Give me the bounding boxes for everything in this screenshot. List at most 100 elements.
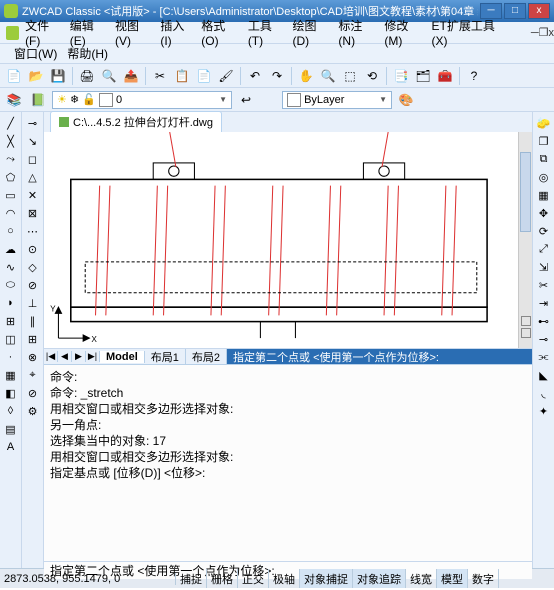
menu-modify[interactable]: 修改(M): [384, 17, 423, 48]
save-icon[interactable]: 💾: [48, 66, 68, 86]
status-polar[interactable]: 极轴: [269, 569, 300, 588]
join-icon[interactable]: ⫘: [535, 348, 553, 366]
spline-icon[interactable]: ∿: [2, 258, 20, 276]
layout-tab-2[interactable]: 布局2: [186, 349, 227, 365]
polygon-icon[interactable]: ⬠: [2, 168, 20, 186]
rotate-icon[interactable]: ⟳: [535, 222, 553, 240]
arc-icon[interactable]: ◠: [2, 204, 20, 222]
copy-icon[interactable]: 📋: [172, 66, 192, 86]
menu-annotate[interactable]: 标注(N): [338, 17, 376, 48]
layer-prev-icon[interactable]: ↩: [236, 90, 256, 110]
vertical-scrollbar[interactable]: [518, 132, 532, 348]
command-history[interactable]: 命令: 命令: _stretch 用相交窗口或相交多边形选择对象: 另一角点: …: [44, 365, 532, 561]
drawing-canvas[interactable]: Y X: [44, 132, 518, 348]
point-icon[interactable]: ·: [2, 348, 20, 366]
stretch-icon[interactable]: ⇲: [535, 258, 553, 276]
menu-help[interactable]: 帮助(H): [67, 45, 108, 62]
status-ortho[interactable]: 正交: [238, 569, 269, 588]
design-center-icon[interactable]: 🗂: [413, 66, 433, 86]
doc-close-icon[interactable]: x: [549, 27, 554, 39]
snap-end-icon[interactable]: ◻: [24, 150, 42, 168]
rectangle-icon[interactable]: ▭: [2, 186, 20, 204]
chamfer-icon[interactable]: ◣: [535, 366, 553, 384]
zoom-win-icon[interactable]: ⬚: [340, 66, 360, 86]
document-tab[interactable]: C:\...4.5.2 拉伸台灯灯杆.dwg: [50, 111, 222, 132]
new-icon[interactable]: 📄: [4, 66, 24, 86]
snap-int-icon[interactable]: ✕: [24, 186, 42, 204]
menu-format[interactable]: 格式(O): [201, 17, 240, 48]
snap-appint-icon[interactable]: ⊠: [24, 204, 42, 222]
snap-cen-icon[interactable]: ⊙: [24, 240, 42, 258]
erase-icon[interactable]: 🧽: [535, 114, 553, 132]
layer-combo[interactable]: ☀ ❄ 🔓 0 ▼: [52, 91, 232, 109]
color-combo[interactable]: ByLayer ▼: [282, 91, 392, 109]
layer-states-icon[interactable]: 📗: [28, 90, 48, 110]
doc-restore-icon[interactable]: ❐: [539, 26, 549, 39]
snap-ins-icon[interactable]: ⊞: [24, 330, 42, 348]
line-icon[interactable]: ╱: [2, 114, 20, 132]
insert-block-icon[interactable]: ⊞: [2, 312, 20, 330]
print-icon[interactable]: 🖨: [77, 66, 97, 86]
tool-palette-icon[interactable]: 🧰: [435, 66, 455, 86]
layout-tab-model[interactable]: Model: [100, 351, 145, 363]
snap-par-icon[interactable]: ∥: [24, 312, 42, 330]
publish-icon[interactable]: 📤: [121, 66, 141, 86]
status-grid[interactable]: 栅格: [207, 569, 238, 588]
color-dlg-icon[interactable]: 🎨: [396, 90, 416, 110]
offset-icon[interactable]: ◎: [535, 168, 553, 186]
break-point-icon[interactable]: ⊷: [535, 312, 553, 330]
maximize-button[interactable]: □: [504, 3, 526, 19]
ellipse-icon[interactable]: ⬭: [2, 276, 20, 294]
status-dyn[interactable]: 数字: [468, 569, 499, 588]
circle-icon[interactable]: ○: [2, 222, 20, 240]
cut-icon[interactable]: ✂: [150, 66, 170, 86]
mtext-icon[interactable]: A: [2, 438, 20, 456]
xline-icon[interactable]: ╳: [2, 132, 20, 150]
snap-node-icon[interactable]: ⊗: [24, 348, 42, 366]
scale-icon[interactable]: ⤢: [535, 240, 553, 258]
status-snap[interactable]: 捕捉: [176, 569, 207, 588]
help-icon[interactable]: ?: [464, 66, 484, 86]
paste-icon[interactable]: 📄: [194, 66, 214, 86]
properties-icon[interactable]: 📑: [391, 66, 411, 86]
osnap-settings-icon[interactable]: ⚙: [24, 402, 42, 420]
status-model[interactable]: 模型: [437, 569, 468, 588]
region-icon[interactable]: ◊: [2, 402, 20, 420]
snap-ext-icon[interactable]: ⋯: [24, 222, 42, 240]
menu-window[interactable]: 窗口(W): [14, 45, 57, 62]
status-lwt[interactable]: 线宽: [406, 569, 437, 588]
zoom-rt-icon[interactable]: 🔍: [318, 66, 338, 86]
snap-near-icon[interactable]: ⌖: [24, 366, 42, 384]
fillet-icon[interactable]: ◟: [535, 384, 553, 402]
revcloud-icon[interactable]: ☁: [2, 240, 20, 258]
copy-obj-icon[interactable]: ❐: [535, 132, 553, 150]
array-icon[interactable]: ▦: [535, 186, 553, 204]
move-icon[interactable]: ✥: [535, 204, 553, 222]
layout-last-icon[interactable]: ▶|: [86, 351, 100, 362]
table-icon[interactable]: ▤: [2, 420, 20, 438]
menu-file[interactable]: 文件(F): [25, 17, 62, 48]
break-icon[interactable]: ⊸: [535, 330, 553, 348]
snap-tan-icon[interactable]: ⊘: [24, 276, 42, 294]
menu-tools[interactable]: 工具(T): [248, 17, 285, 48]
mirror-icon[interactable]: ⧉: [535, 150, 553, 168]
trim-icon[interactable]: ✂: [535, 276, 553, 294]
doc-minimize-icon[interactable]: ─: [531, 27, 539, 39]
scrollbar-thumb[interactable]: [520, 152, 531, 232]
snap-perp-icon[interactable]: ⊥: [24, 294, 42, 312]
coordinates[interactable]: 2873.0538, 955.1479, 0: [0, 573, 176, 585]
redo-icon[interactable]: ↷: [267, 66, 287, 86]
zoom-prev-icon[interactable]: ⟲: [362, 66, 382, 86]
ellipse-arc-icon[interactable]: ◗: [2, 294, 20, 312]
gradient-icon[interactable]: ◧: [2, 384, 20, 402]
close-button[interactable]: x: [528, 3, 550, 19]
menu-view[interactable]: 视图(V): [115, 17, 152, 48]
layout-next-icon[interactable]: ▶: [72, 351, 86, 362]
make-block-icon[interactable]: ◫: [2, 330, 20, 348]
explode-icon[interactable]: ✦: [535, 402, 553, 420]
extend-icon[interactable]: ⇥: [535, 294, 553, 312]
pan-icon[interactable]: ✋: [296, 66, 316, 86]
layout-tab-1[interactable]: 布局1: [145, 349, 186, 365]
view-cube[interactable]: [519, 316, 532, 346]
snap-mid-icon[interactable]: △: [24, 168, 42, 186]
